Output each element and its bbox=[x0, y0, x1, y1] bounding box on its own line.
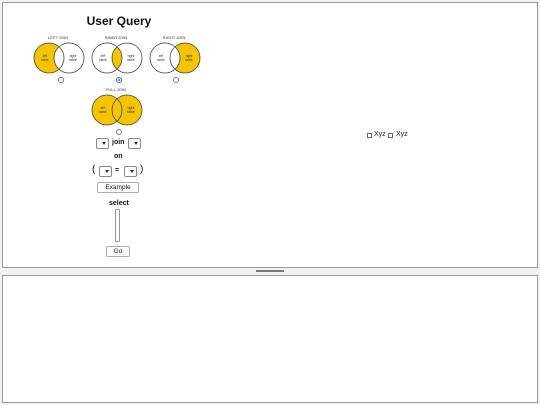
right-join-left-text-2: table bbox=[157, 58, 165, 62]
inner-join-right-text-2: table bbox=[127, 58, 135, 62]
inner-join-radio[interactable] bbox=[116, 77, 122, 83]
page-title: User Query bbox=[86, 14, 152, 28]
xyz-checkbox-1-label: Xyz bbox=[374, 131, 386, 138]
example-button[interactable]: Example bbox=[97, 182, 139, 193]
open-paren: ( bbox=[92, 164, 96, 175]
left-join-right-text-2: table bbox=[69, 58, 77, 62]
left-join-left-text-2: table bbox=[41, 58, 49, 62]
full-join-diagram-icon[interactable]: left table right table bbox=[89, 92, 145, 128]
equals-sign: = bbox=[115, 167, 120, 174]
results-panel bbox=[2, 275, 538, 403]
go-button[interactable]: Go bbox=[106, 246, 130, 257]
inner-join-left-text-2: table bbox=[99, 58, 107, 62]
right-join-diagram-icon[interactable]: left table right table bbox=[147, 40, 203, 76]
full-join-left-text-2: table bbox=[99, 110, 107, 114]
left-column-select[interactable] bbox=[99, 166, 112, 177]
splitter-handle[interactable] bbox=[256, 270, 284, 272]
right-table-select[interactable] bbox=[128, 138, 141, 149]
right-column-select[interactable] bbox=[124, 166, 137, 177]
left-table-select[interactable] bbox=[96, 138, 109, 149]
close-paren: ) bbox=[140, 164, 144, 175]
xyz-checkbox-2-label: Xyz bbox=[396, 131, 408, 138]
full-join-right-text-2: table bbox=[127, 110, 135, 114]
full-join-radio[interactable] bbox=[116, 129, 122, 135]
left-join-radio[interactable] bbox=[58, 77, 64, 83]
xyz-checkbox-2[interactable] bbox=[388, 133, 393, 138]
on-label: on bbox=[114, 153, 123, 160]
xyz-checkbox-1[interactable] bbox=[367, 133, 372, 138]
select-label: select bbox=[109, 200, 129, 207]
left-join-diagram-icon[interactable]: left table right table bbox=[31, 40, 87, 76]
right-join-right-text-2: table bbox=[185, 58, 193, 62]
right-join-radio[interactable] bbox=[173, 77, 179, 83]
join-label: join bbox=[112, 139, 125, 146]
select-columns-list[interactable] bbox=[115, 209, 120, 242]
inner-join-diagram-icon[interactable]: left table right table bbox=[89, 40, 145, 76]
